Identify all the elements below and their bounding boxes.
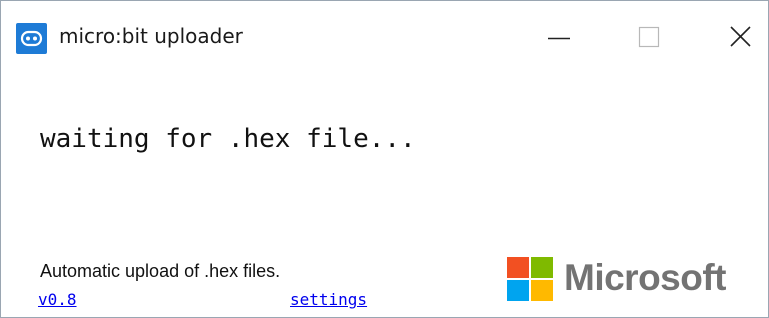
close-button[interactable]: [715, 17, 767, 57]
logo-red-square: [507, 257, 529, 278]
logo-green-square: [531, 257, 553, 278]
microbit-app-icon: [16, 23, 47, 54]
description-text: Automatic upload of .hex files.: [40, 261, 281, 281]
status-message: waiting for .hex file...: [40, 124, 416, 154]
window-title: micro:bit uploader: [59, 24, 243, 48]
minimize-button[interactable]: [533, 17, 585, 57]
logo-yellow-square: [531, 280, 553, 301]
close-icon: [730, 26, 751, 47]
minimize-icon: [548, 37, 570, 40]
maximize-button[interactable]: [623, 17, 675, 57]
settings-link[interactable]: settings: [290, 290, 367, 309]
microsoft-logo-icon: [507, 257, 555, 303]
logo-blue-square: [507, 280, 529, 301]
title-bar[interactable]: micro:bit uploader: [1, 1, 768, 65]
app-window: micro:bit uploader waiting for .hex file…: [0, 0, 769, 318]
microsoft-wordmark: Microsoft: [564, 257, 727, 298]
maximize-icon: [638, 26, 660, 48]
version-link[interactable]: v0.8: [38, 290, 77, 309]
